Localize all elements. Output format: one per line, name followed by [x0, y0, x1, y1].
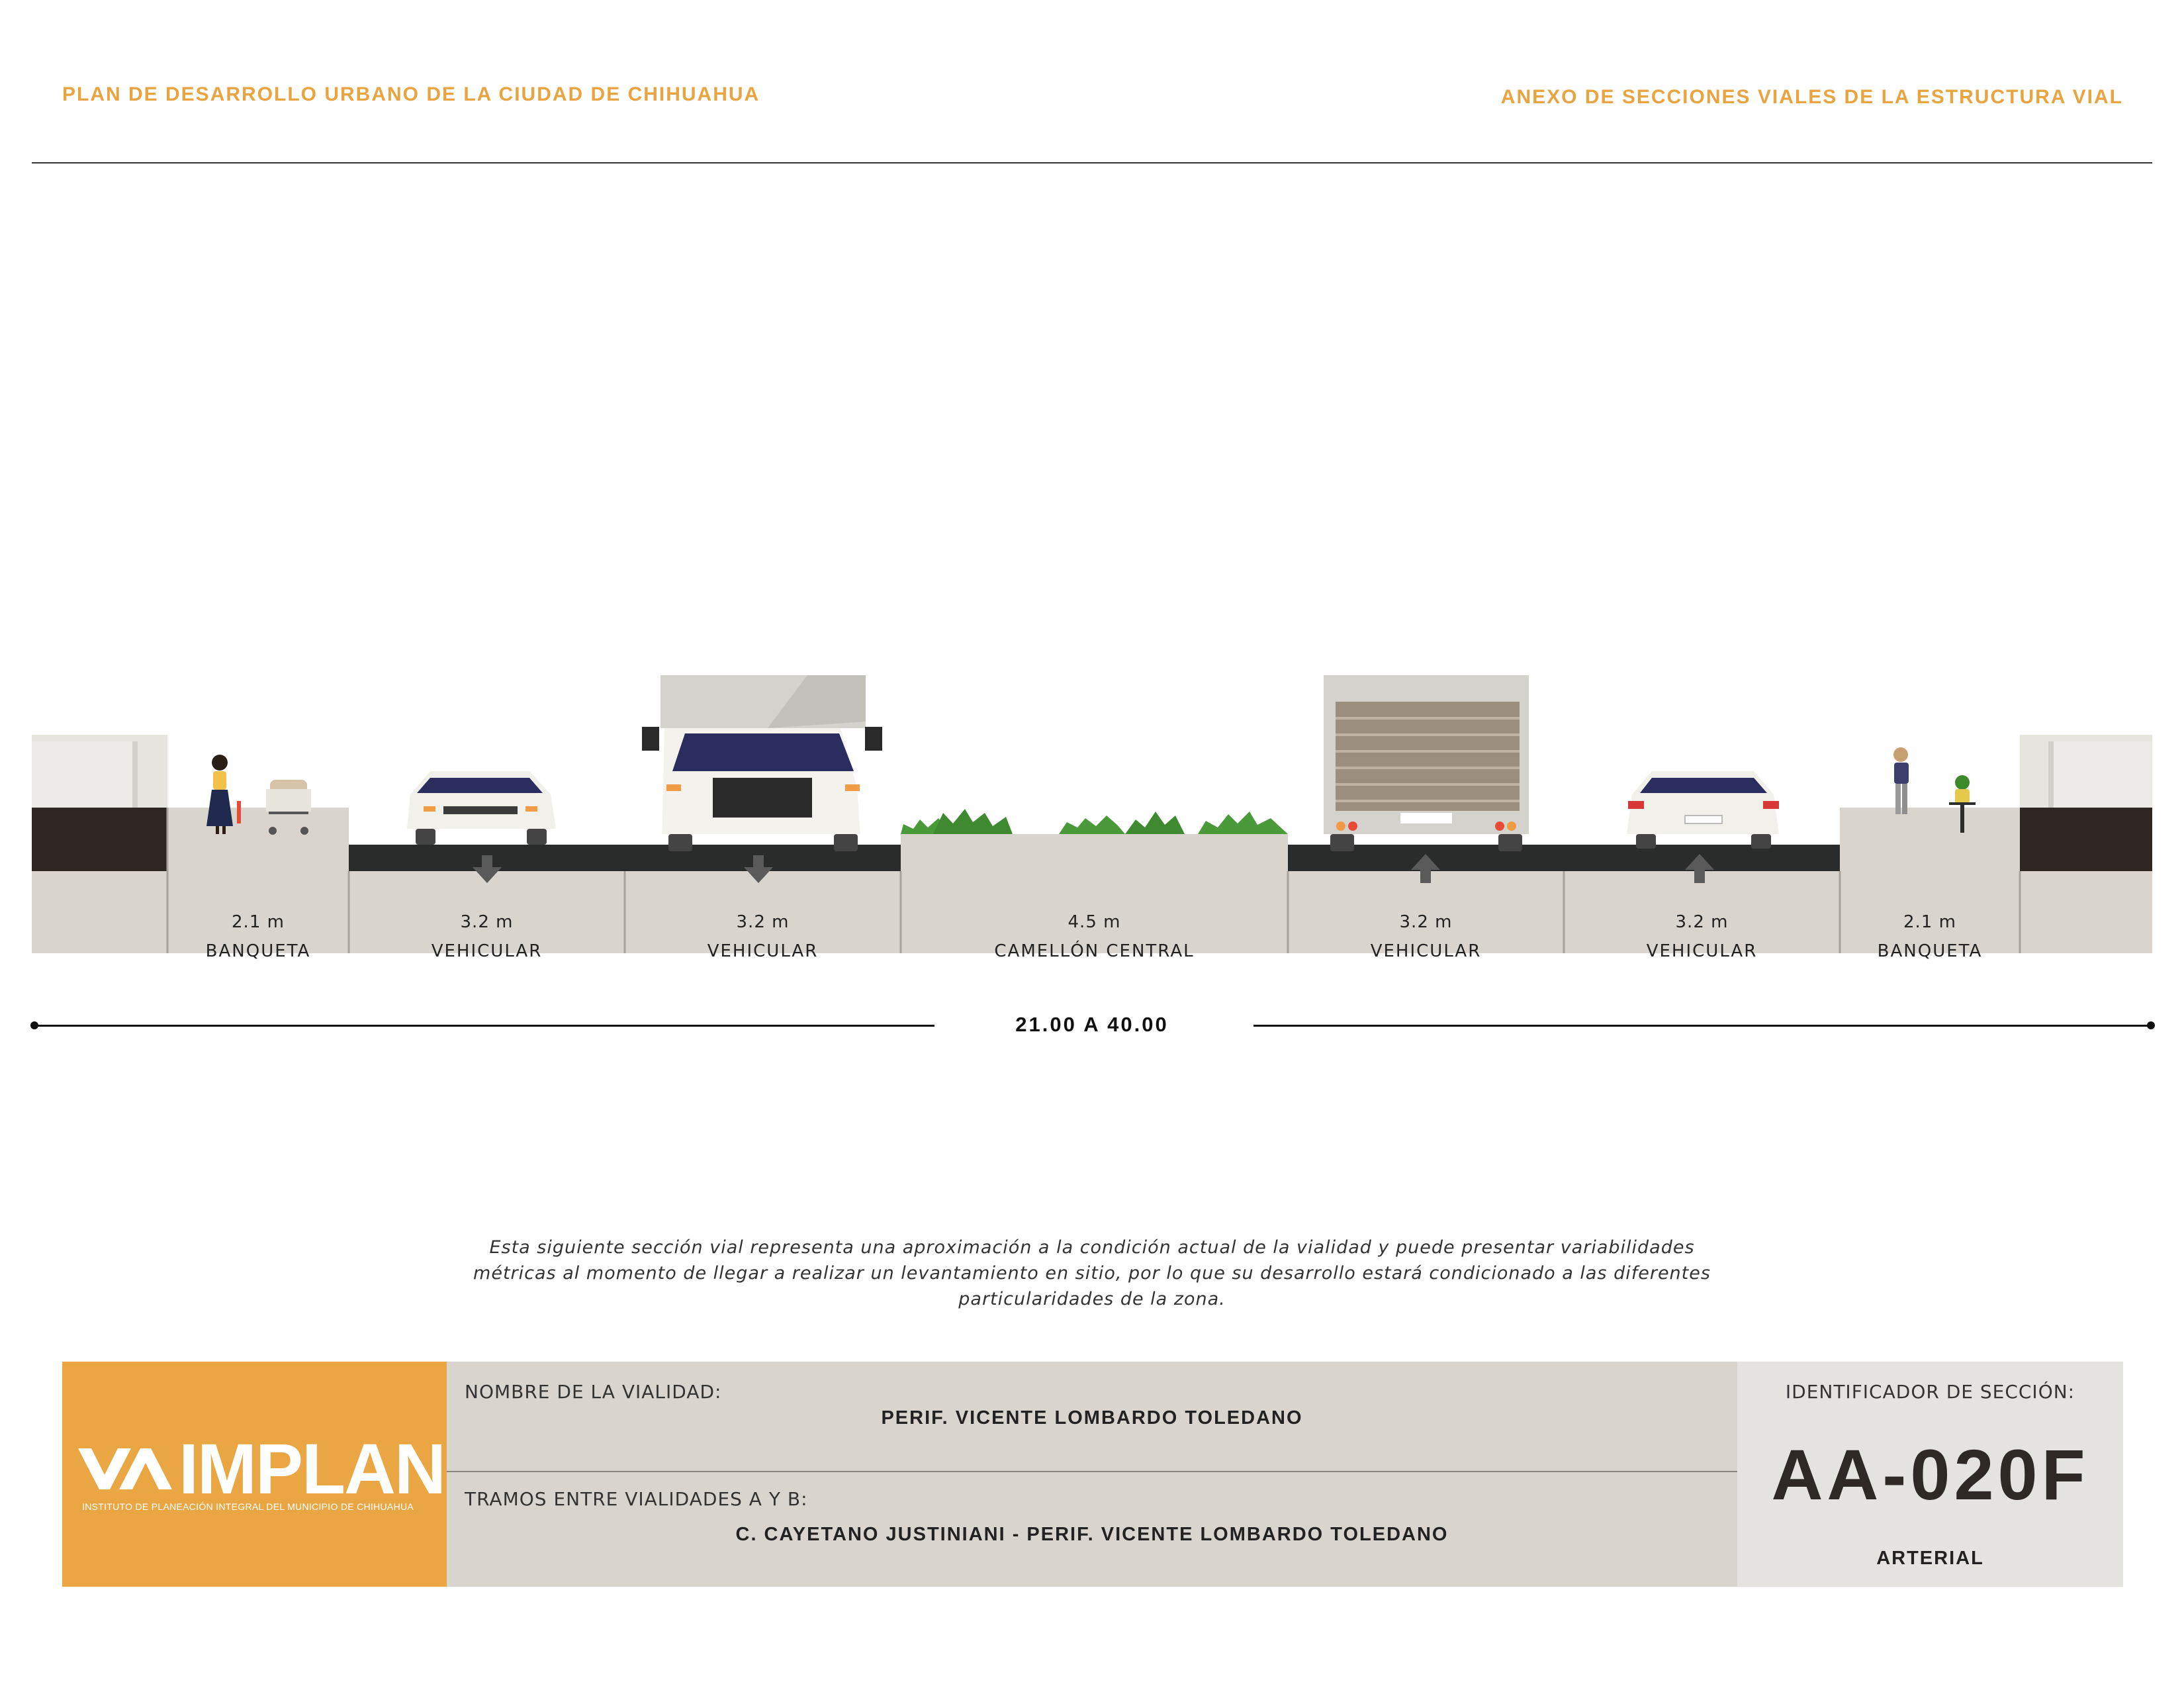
road-info-divider [447, 1471, 1737, 1472]
implan-logo-text: IMPLAN [179, 1429, 446, 1509]
segment-label-camellon: CAMELLÓN CENTRAL [994, 941, 1195, 961]
median [901, 834, 1288, 953]
car-rear [1627, 771, 1779, 849]
road-name-value: PERIF. VICENTE LOMBARDO TOLEDANO [881, 1407, 1303, 1429]
implan-logo-subtitle: INSTITUTO DE PLANEACIÓN INTEGRAL DEL MUN… [82, 1501, 414, 1512]
implan-logo-icon [78, 1448, 172, 1489]
header-left-title: PLAN DE DESARROLLO URBANO DE LA CIUDAD D… [62, 83, 760, 105]
segment-label-banqueta-right: BANQUETA [1877, 941, 1983, 961]
building-left [32, 735, 167, 953]
road-name-label: NOMBRE DE LA VIALIDAD: [465, 1381, 722, 1403]
header-right-title: ANEXO DE SECCIONES VIALES DE LA ESTRUCTU… [1500, 86, 2123, 108]
segment-width-banqueta-right: 2.1 m [1903, 912, 1956, 932]
segment-width-vehicular-3: 3.2 m [1399, 912, 1453, 932]
building-right [2020, 735, 2152, 953]
segment-width-banqueta-left: 2.1 m [232, 912, 285, 932]
total-width-label: 21.00 A 40.00 [1015, 1013, 1169, 1036]
median-shrubs [901, 809, 1288, 834]
header-divider [32, 162, 2152, 164]
dimension-line-right [1253, 1025, 2150, 1027]
segment-label-vehicular-3: VEHICULAR [1370, 941, 1482, 961]
segment-width-vehicular-1: 3.2 m [460, 912, 514, 932]
segment-width-camellon: 4.5 m [1068, 912, 1121, 932]
car-front [407, 771, 556, 845]
segment-width-vehicular-2: 3.2 m [736, 912, 790, 932]
section-classification: ARTERIAL [1876, 1548, 1984, 1569]
roadway-left [349, 845, 901, 871]
truck-front [642, 675, 882, 851]
pedestrian-walking [1893, 747, 1909, 814]
segment-label-vehicular-1: VEHICULAR [431, 941, 543, 961]
section-id-value: AA-020F [1771, 1434, 2089, 1515]
road-segments-value: C. CAYETANO JUSTINIANI - PERIF. VICENTE … [735, 1524, 1449, 1545]
segment-label-vehicular-4: VEHICULAR [1646, 941, 1758, 961]
segment-label-banqueta-left: BANQUETA [205, 941, 311, 961]
truck-rear [1324, 675, 1529, 851]
disclaimer-note: Esta siguiente sección vial representa u… [473, 1237, 1711, 1309]
segment-label-vehicular-2: VEHICULAR [707, 941, 819, 961]
dimension-line-left [34, 1025, 934, 1027]
dimension-endpoint-right [2147, 1021, 2155, 1029]
segment-width-vehicular-4: 3.2 m [1675, 912, 1729, 932]
road-segments-label: TRAMOS ENTRE VIALIDADES A Y B: [465, 1488, 808, 1510]
section-id-label: IDENTIFICADOR DE SECCIÓN: [1785, 1381, 2075, 1403]
